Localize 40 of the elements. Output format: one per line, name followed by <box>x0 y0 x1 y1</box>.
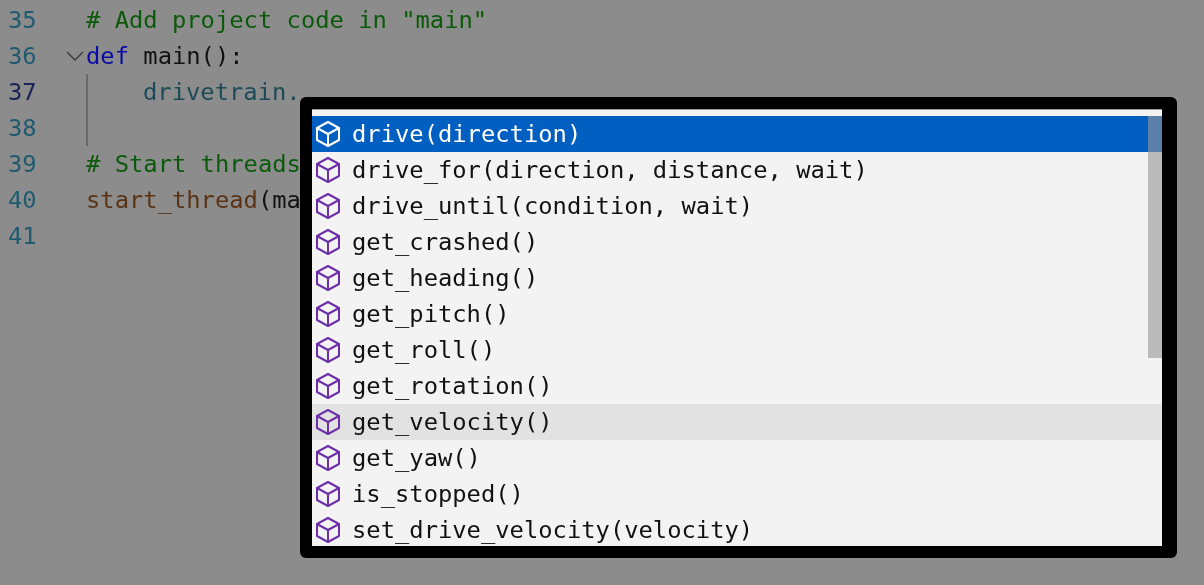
suggestion-item[interactable]: get_heading() <box>312 260 1162 296</box>
fold-chevron-icon[interactable] <box>66 51 84 61</box>
cube-icon <box>315 444 341 472</box>
code-text: (ma <box>257 186 301 214</box>
suggestion-item[interactable]: get_rotation() <box>312 368 1162 404</box>
suggestion-item[interactable]: get_pitch() <box>312 296 1162 332</box>
cube-icon <box>315 192 341 220</box>
cube-icon <box>315 300 341 328</box>
suggestion-item[interactable]: drive_for(direction, distance, wait) <box>312 152 1162 188</box>
cube-icon <box>315 372 341 400</box>
code-comment: # Start threads <box>86 150 301 178</box>
cube-icon <box>315 228 341 256</box>
code-function-name: start_thread <box>86 186 258 214</box>
suggestion-item[interactable]: get_velocity() <box>312 404 1162 440</box>
cube-icon <box>315 480 341 508</box>
line-number: 35 <box>7 6 38 34</box>
code-keyword: def <box>86 42 129 70</box>
line-number: 41 <box>7 222 38 250</box>
cube-icon <box>315 516 341 544</box>
line-number: 39 <box>7 150 38 178</box>
suggestion-item[interactable]: get_crashed() <box>312 224 1162 260</box>
line-number: 37 <box>7 78 38 106</box>
code-text: main(): <box>142 42 244 70</box>
suggestion-item[interactable]: is_stopped() <box>312 476 1162 512</box>
code-identifier: drivetrain. <box>143 78 301 106</box>
line-number: 40 <box>7 186 38 214</box>
cube-icon <box>315 336 341 364</box>
cube-icon <box>315 408 341 436</box>
cube-icon <box>315 264 341 292</box>
cube-icon <box>315 120 341 148</box>
suggestion-item[interactable]: get_roll() <box>312 332 1162 368</box>
suggestion-item[interactable]: set_drive_velocity(velocity) <box>312 512 1162 546</box>
suggestion-item[interactable]: drive(direction) <box>312 116 1162 152</box>
suggestion-item[interactable]: drive_until(condition, wait) <box>312 188 1162 224</box>
scrollbar-thumb[interactable] <box>1148 116 1162 358</box>
line-number: 38 <box>7 114 38 142</box>
line-number: 36 <box>7 42 38 70</box>
cube-icon <box>315 156 341 184</box>
code-comment: # Add project code in "main" <box>86 6 488 34</box>
suggestion-item[interactable]: get_yaw() <box>312 440 1162 476</box>
